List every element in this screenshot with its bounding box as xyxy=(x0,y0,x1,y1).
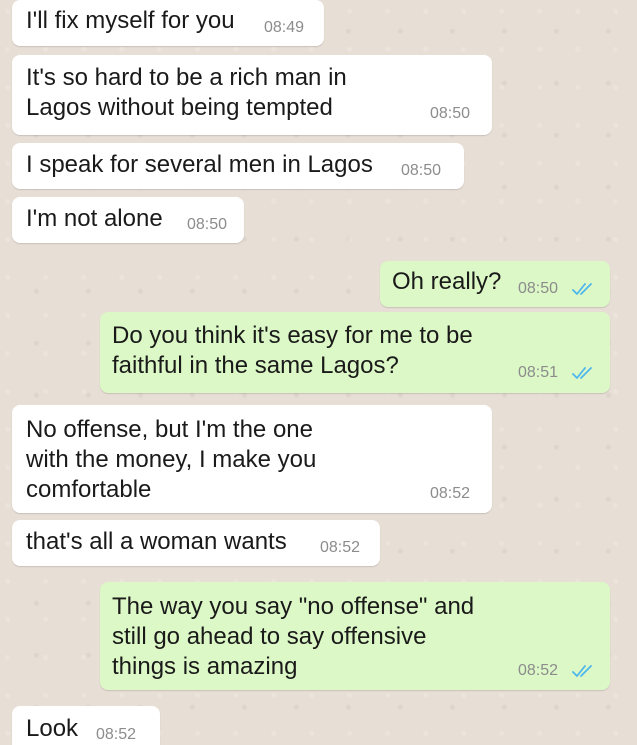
message-incoming[interactable]: I speak for several men in Lagos 08:50 xyxy=(12,143,464,189)
message-text: The way you say "no offense" and still g… xyxy=(112,593,475,680)
message-timestamp: 08:50 xyxy=(187,216,228,233)
message-incoming[interactable]: Look 08:52 xyxy=(12,706,160,745)
message-incoming[interactable]: that's all a woman wants 08:52 xyxy=(12,520,380,566)
message-incoming[interactable]: No offense, but I'm the one with the mon… xyxy=(12,405,492,513)
message-timestamp: 08:52 xyxy=(518,662,559,679)
message-outgoing[interactable]: The way you say "no offense" and still g… xyxy=(100,582,610,690)
message-timestamp: 08:50 xyxy=(401,162,442,179)
message-text: Oh really? xyxy=(392,268,502,295)
message-timestamp: 08:52 xyxy=(320,539,361,556)
message-timestamp: 08:52 xyxy=(430,485,471,502)
chat-conversation[interactable]: I'll fix myself for you 08:49 It's so ha… xyxy=(0,0,637,745)
message-text: I'll fix myself for you xyxy=(26,7,235,34)
message-text: that's all a woman wants xyxy=(26,528,287,555)
message-text: It's so hard to be a rich man in Lagos w… xyxy=(26,64,347,121)
message-outgoing[interactable]: Do you think it's easy for me to be fait… xyxy=(100,312,610,393)
message-timestamp: 08:50 xyxy=(430,105,471,122)
double-check-read-icon xyxy=(572,366,596,380)
message-text: I speak for several men in Lagos xyxy=(26,151,373,178)
message-timestamp: 08:51 xyxy=(518,364,559,381)
message-incoming[interactable]: It's so hard to be a rich man in Lagos w… xyxy=(12,55,492,135)
message-outgoing[interactable]: Oh really? 08:50 xyxy=(380,261,610,307)
message-timestamp: 08:50 xyxy=(518,280,559,297)
message-text: No offense, but I'm the one with the mon… xyxy=(26,416,317,503)
double-check-read-icon xyxy=(572,282,596,296)
message-timestamp: 08:49 xyxy=(264,19,305,36)
message-incoming[interactable]: I'm not alone 08:50 xyxy=(12,197,244,243)
message-text: Do you think it's easy for me to be fait… xyxy=(112,322,473,379)
message-text: I'm not alone xyxy=(26,205,163,232)
double-check-read-icon xyxy=(572,664,596,678)
message-text: Look xyxy=(26,715,79,742)
message-incoming[interactable]: I'll fix myself for you 08:49 xyxy=(12,0,324,46)
message-timestamp: 08:52 xyxy=(96,726,137,743)
